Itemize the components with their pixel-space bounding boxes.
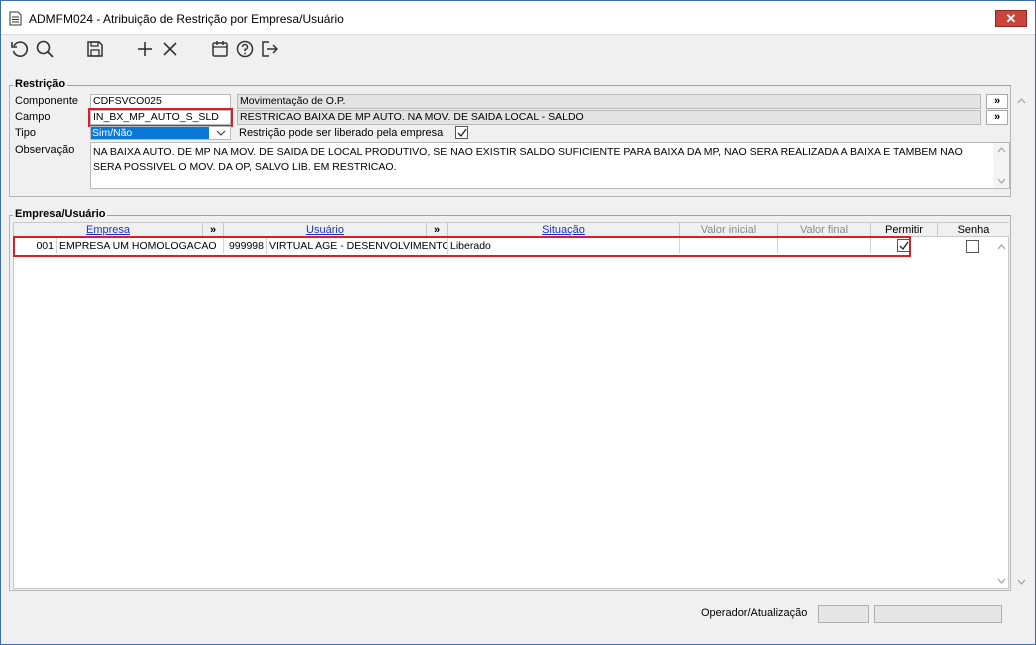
refresh-icon[interactable] (9, 38, 31, 60)
cell-usuario-name[interactable]: VIRTUAL AGE - DESENVOLVIMENTO (267, 238, 448, 254)
help-icon[interactable] (234, 38, 256, 60)
operador-atualizacao-label: Operador/Atualização (701, 607, 808, 619)
liberado-empresa-label: Restrição pode ser liberado pela empresa (239, 127, 444, 139)
grid-scroll-down-icon[interactable] (997, 578, 1006, 584)
save-icon[interactable] (84, 38, 106, 60)
scroll-up-icon[interactable] (997, 147, 1006, 153)
tipo-selected-value: Sim/Não (91, 127, 209, 139)
empresa-usuario-group-title: Empresa/Usuário (13, 208, 108, 220)
componente-code-field[interactable]: CDFSVCO025 (90, 94, 231, 109)
delete-icon[interactable] (159, 38, 181, 60)
componente-description-field: Movimentação de O.P. (237, 94, 981, 109)
header-permitir[interactable]: Permitir (871, 223, 938, 237)
atualizacao-field (874, 605, 1002, 623)
observacao-scrollbar[interactable] (993, 143, 1009, 188)
campo-code-field[interactable]: IN_BX_MP_AUTO_S_SLD (88, 108, 233, 127)
cell-empresa-code[interactable]: 001 (15, 238, 57, 254)
scroll-down-icon[interactable] (997, 178, 1006, 184)
cell-situacao[interactable]: Liberado (448, 238, 680, 254)
empresa-usuario-grid: Empresa » Usuário » Situação Valor inici… (13, 222, 1009, 589)
checkmark-icon (899, 241, 909, 251)
operador-field (818, 605, 869, 623)
header-valor-final[interactable]: Valor final (778, 223, 871, 237)
header-usuario[interactable]: Usuário (224, 223, 427, 237)
cell-valor-inicial[interactable] (680, 238, 778, 254)
observacao-label: Observação (15, 144, 75, 156)
search-icon[interactable] (34, 38, 56, 60)
campo-lookup-button[interactable]: » (986, 110, 1008, 125)
campo-label: Campo (15, 111, 51, 123)
observacao-textarea[interactable]: NA BAIXA AUTO. DE MP NA MOV. DE SAIDA DE… (90, 142, 1010, 189)
cell-usuario-code[interactable]: 999998 (224, 238, 267, 254)
header-situacao[interactable]: Situação (448, 223, 680, 237)
header-empresa[interactable]: Empresa (14, 223, 203, 237)
campo-description-field: RESTRICAO BAIXA DE MP AUTO. NA MOV. DE S… (237, 110, 981, 125)
window-title: ADMFM024 - Atribuição de Restrição por E… (29, 12, 344, 26)
add-icon[interactable] (134, 38, 156, 60)
app-window: ADMFM024 - Atribuição de Restrição por E… (0, 0, 1036, 645)
grid-scroll-up-icon[interactable] (997, 244, 1006, 250)
title-bar: ADMFM024 - Atribuição de Restrição por E… (1, 1, 1035, 35)
close-button[interactable]: ✕ (995, 10, 1027, 27)
header-usuario-expand[interactable]: » (427, 223, 448, 237)
cell-valor-final[interactable] (778, 238, 871, 254)
componente-lookup-button[interactable]: » (986, 94, 1008, 109)
header-empresa-expand[interactable]: » (203, 223, 224, 237)
page-scroll-down-icon[interactable] (1017, 579, 1026, 585)
restricao-group-title: Restrição (13, 78, 68, 90)
permitir-checkbox[interactable] (897, 239, 910, 252)
header-valor-inicial[interactable]: Valor inicial (680, 223, 778, 237)
liberado-empresa-checkbox[interactable] (455, 126, 468, 139)
page-scroll-up-icon[interactable] (1017, 98, 1026, 104)
header-senha[interactable]: Senha (938, 223, 1009, 237)
senha-checkbox[interactable] (966, 240, 979, 253)
calendar-icon[interactable] (209, 38, 231, 60)
tipo-select[interactable]: Sim/Não (90, 126, 231, 140)
document-icon (9, 11, 22, 26)
table-row[interactable]: 001 EMPRESA UM HOMOLOGACAO 999998 VIRTUA… (13, 236, 911, 257)
componente-label: Componente (15, 95, 78, 107)
exit-icon[interactable] (259, 38, 281, 60)
cell-empresa-name[interactable]: EMPRESA UM HOMOLOGACAO (57, 238, 224, 254)
checkmark-icon (457, 128, 467, 138)
toolbar (1, 35, 1035, 65)
chevron-down-icon (216, 130, 226, 136)
tipo-label: Tipo (15, 127, 36, 139)
